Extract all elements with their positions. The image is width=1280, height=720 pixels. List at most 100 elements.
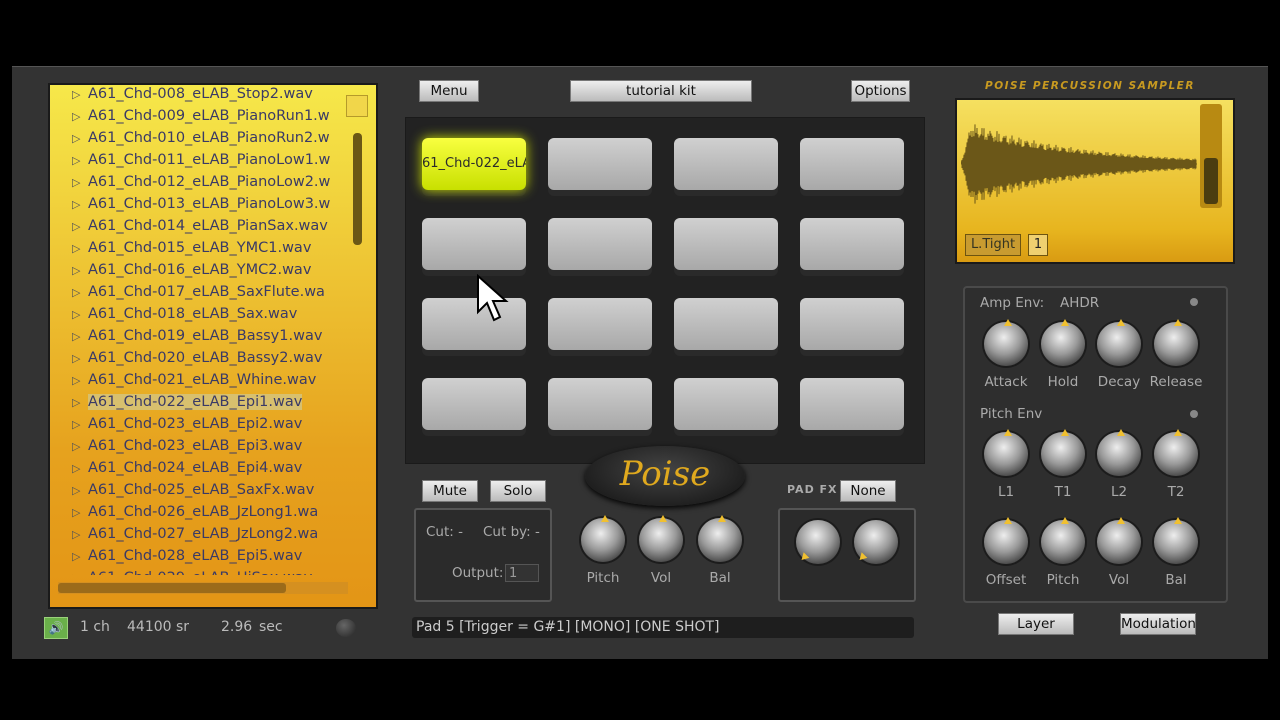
- loop-number[interactable]: 1: [1028, 234, 1048, 256]
- scroll-up-button[interactable]: [346, 95, 368, 117]
- expand-triangle-icon[interactable]: ▷: [72, 480, 88, 502]
- loop-mode-button[interactable]: L.Tight: [965, 234, 1021, 256]
- options-button[interactable]: Options: [851, 80, 910, 102]
- mute-button[interactable]: Mute: [422, 480, 478, 502]
- pad-10[interactable]: [548, 298, 652, 350]
- expand-triangle-icon[interactable]: ▷: [72, 326, 88, 348]
- pad-15[interactable]: [674, 378, 778, 430]
- output-select[interactable]: 1: [505, 564, 539, 582]
- horizontal-scrollbar[interactable]: [58, 582, 348, 594]
- file-list-item[interactable]: ▷ A61_Chd-023_eLAB_Epi3.wav: [72, 435, 342, 457]
- expand-triangle-icon[interactable]: ▷: [72, 502, 88, 524]
- hscroll-thumb[interactable]: [58, 583, 286, 593]
- pitch-env-1-knob[interactable]: [1041, 429, 1085, 476]
- layer-button[interactable]: Layer: [998, 613, 1074, 635]
- expand-triangle-icon[interactable]: ▷: [72, 436, 88, 458]
- file-list-item[interactable]: ▷ A61_Chd-014_eLAB_PianSax.wav: [72, 215, 342, 237]
- expand-triangle-icon[interactable]: ▷: [72, 282, 88, 304]
- file-list-item[interactable]: ▷ A61_Chd-016_eLAB_YMC2.wav: [72, 259, 342, 281]
- amp-env-led[interactable]: [1190, 298, 1198, 306]
- layer-1-knob[interactable]: [1041, 517, 1085, 564]
- vertical-scrollbar[interactable]: [346, 93, 368, 575]
- expand-triangle-icon[interactable]: ▷: [72, 370, 88, 392]
- file-list-item[interactable]: ▷A61_Chd-029_eLAB_HiSax.wav: [72, 567, 342, 575]
- cut-by-label[interactable]: Cut by: -: [483, 524, 540, 540]
- expand-triangle-icon[interactable]: ▷: [72, 172, 88, 194]
- expand-triangle-icon[interactable]: ▷: [72, 458, 88, 480]
- amp-2-knob[interactable]: [1097, 319, 1141, 366]
- expand-triangle-icon[interactable]: ▷: [72, 150, 88, 172]
- amp-3-knob[interactable]: [1154, 319, 1198, 366]
- file-list-item[interactable]: ▷ A61_Chd-025_eLAB_SaxFx.wav: [72, 479, 342, 501]
- file-list-item[interactable]: ▷ A61_Chd-020_eLAB_Bassy2.wav: [72, 347, 342, 369]
- file-list-item[interactable]: ▷ A61_Chd-024_eLAB_Epi4.wav: [72, 457, 342, 479]
- amp-0-knob[interactable]: [984, 319, 1028, 366]
- bal-knob[interactable]: [698, 515, 742, 562]
- file-list-item[interactable]: ▷ A61_Chd-012_eLAB_PianoLow2.w: [72, 171, 342, 193]
- pitch-env-0-knob[interactable]: [984, 429, 1028, 476]
- expand-triangle-icon[interactable]: ▷: [72, 128, 88, 150]
- pad-8[interactable]: [800, 218, 904, 270]
- pitch-knob[interactable]: [581, 515, 625, 562]
- fx-knob-1[interactable]: [796, 520, 840, 564]
- preview-volume-knob[interactable]: [336, 619, 356, 637]
- amp-1-knob[interactable]: [1041, 319, 1085, 366]
- pad-1[interactable]: 61_Chd-022_eLA: [422, 138, 526, 190]
- file-list-item[interactable]: ▷ A61_Chd-027_eLAB_JzLong2.wa: [72, 523, 342, 545]
- expand-triangle-icon[interactable]: ▷: [72, 194, 88, 216]
- pad-fx-select[interactable]: None: [840, 480, 896, 502]
- expand-triangle-icon[interactable]: ▷: [72, 392, 88, 414]
- pad-4[interactable]: [800, 138, 904, 190]
- file-list-item[interactable]: ▷ A61_Chd-008_eLAB_Stop2.wav: [72, 85, 342, 105]
- pad-11[interactable]: [674, 298, 778, 350]
- scroll-thumb[interactable]: [353, 133, 362, 245]
- file-list-item[interactable]: ▷ A61_Chd-019_eLAB_Bassy1.wav: [72, 325, 342, 347]
- expand-triangle-icon[interactable]: ▷: [72, 106, 88, 128]
- pitch-env-2-knob[interactable]: [1097, 429, 1141, 476]
- fx-knob-2[interactable]: [854, 520, 898, 564]
- pad-14[interactable]: [548, 378, 652, 430]
- expand-triangle-icon[interactable]: ▷: [72, 568, 88, 575]
- file-list-item[interactable]: ▷ A61_Chd-018_eLAB_Sax.wav: [72, 303, 342, 325]
- pad-16[interactable]: [800, 378, 904, 430]
- file-list-item[interactable]: ▷ A61_Chd-017_eLAB_SaxFlute.wa: [72, 281, 342, 303]
- amp-env-mode[interactable]: AHDR: [1060, 295, 1099, 311]
- layer-2-knob[interactable]: [1097, 517, 1141, 564]
- expand-triangle-icon[interactable]: ▷: [72, 414, 88, 436]
- pad-12[interactable]: [800, 298, 904, 350]
- pad-7[interactable]: [674, 218, 778, 270]
- solo-button[interactable]: Solo: [490, 480, 546, 502]
- expand-triangle-icon[interactable]: ▷: [72, 85, 88, 106]
- pitch-env-3-knob[interactable]: [1154, 429, 1198, 476]
- file-list-item[interactable]: ▷ A61_Chd-026_eLAB_JzLong1.wa: [72, 501, 342, 523]
- expand-triangle-icon[interactable]: ▷: [72, 524, 88, 546]
- menu-button[interactable]: Menu: [419, 80, 479, 102]
- expand-triangle-icon[interactable]: ▷: [72, 348, 88, 370]
- layer-3-knob[interactable]: [1154, 517, 1198, 564]
- vol-knob[interactable]: [639, 515, 683, 562]
- pitch-env-led[interactable]: [1190, 410, 1198, 418]
- expand-triangle-icon[interactable]: ▷: [72, 216, 88, 238]
- file-list-item[interactable]: ▷ A61_Chd-028_eLAB_Epi5.wav: [72, 545, 342, 567]
- file-list-item[interactable]: ▷ A61_Chd-013_eLAB_PianoLow3.w: [72, 193, 342, 215]
- kit-name-button[interactable]: tutorial kit: [570, 80, 752, 102]
- file-list-item[interactable]: ▷ A61_Chd-022_eLAB_Epi1.wav: [72, 391, 342, 413]
- expand-triangle-icon[interactable]: ▷: [72, 304, 88, 326]
- expand-triangle-icon[interactable]: ▷: [72, 546, 88, 568]
- file-list-item[interactable]: ▷ A61_Chd-015_eLAB_YMC1.wav: [72, 237, 342, 259]
- pad-6[interactable]: [548, 218, 652, 270]
- pad-13[interactable]: [422, 378, 526, 430]
- preview-speaker-icon[interactable]: 🔊: [44, 617, 68, 639]
- pad-2[interactable]: [548, 138, 652, 190]
- cut-label[interactable]: Cut: -: [426, 524, 463, 540]
- modulation-button[interactable]: Modulation: [1120, 613, 1196, 635]
- file-list-item[interactable]: ▷ A61_Chd-010_eLAB_PianoRun2.w: [72, 127, 342, 149]
- expand-triangle-icon[interactable]: ▷: [72, 238, 88, 260]
- pad-3[interactable]: [674, 138, 778, 190]
- layer-0-knob[interactable]: [984, 517, 1028, 564]
- file-list-item[interactable]: ▷ A61_Chd-021_eLAB_Whine.wav: [72, 369, 342, 391]
- file-list-item[interactable]: ▷ A61_Chd-009_eLAB_PianoRun1.w: [72, 105, 342, 127]
- pad-5[interactable]: [422, 218, 526, 270]
- file-list-item[interactable]: ▷ A61_Chd-011_eLAB_PianoLow1.w: [72, 149, 342, 171]
- expand-triangle-icon[interactable]: ▷: [72, 260, 88, 282]
